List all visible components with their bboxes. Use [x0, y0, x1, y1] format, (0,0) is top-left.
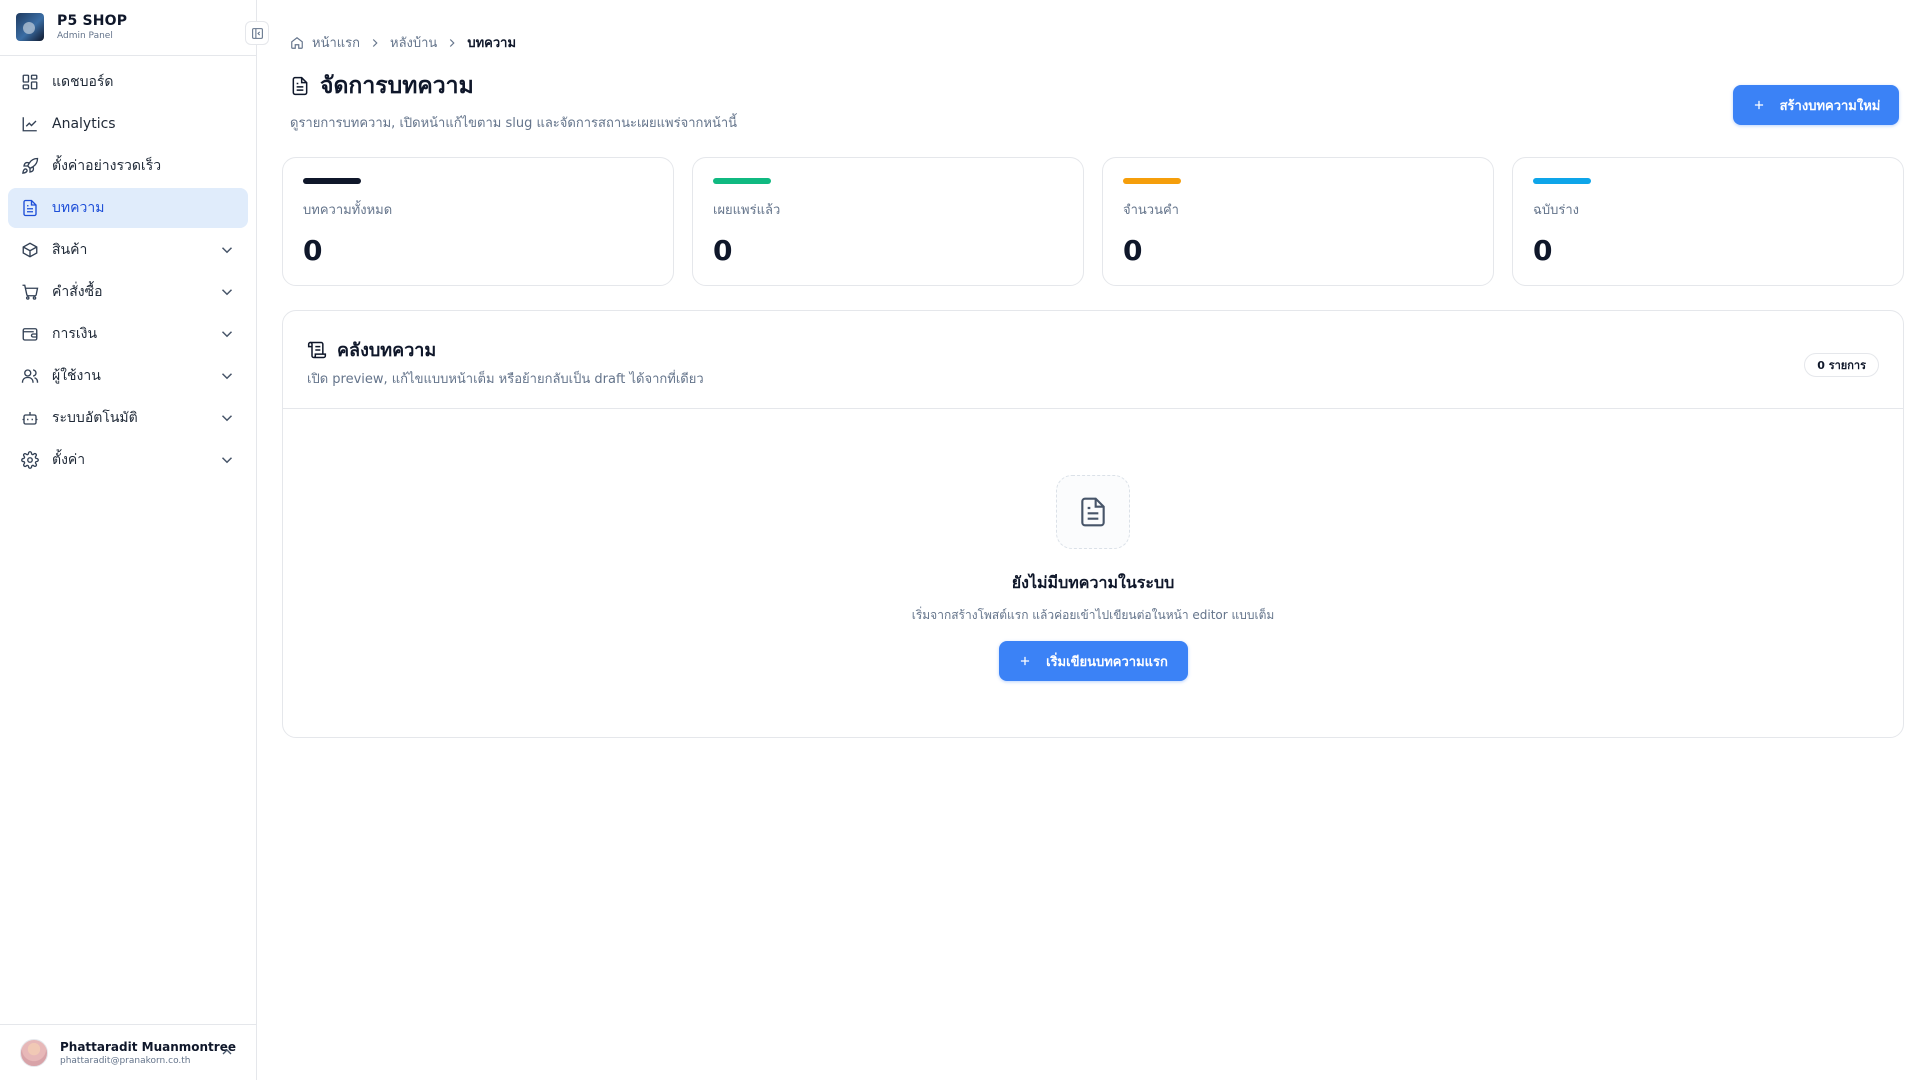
dashboard-icon [20, 72, 40, 92]
create-article-button[interactable]: สร้างบทความใหม่ [1733, 85, 1899, 125]
sidebar-item-label: ผู้ใช้งาน [52, 368, 101, 384]
sidebar-item-users[interactable]: ผู้ใช้งาน [8, 356, 248, 396]
sidebar-item-label: ตั้งค่า [52, 452, 86, 468]
sidebar-item-label: แดชบอร์ด [52, 74, 114, 90]
chevron-down-icon [221, 415, 233, 422]
page-subtitle: ดูรายการบทความ, เปิดหน้าแก้ไขตาม slug แล… [290, 116, 738, 131]
sidebar-item-label: สินค้า [52, 242, 88, 258]
sidebar-item-settings[interactable]: ตั้งค่า [8, 440, 248, 480]
chevron-down-icon [221, 289, 233, 296]
divider [0, 55, 257, 56]
home-icon [291, 36, 303, 49]
avatar [20, 1038, 48, 1067]
chart-line-icon [20, 114, 40, 134]
user-menu[interactable]: Phattaradit Muanmontree phattaradit@pran… [0, 1024, 257, 1080]
page-header: จัดการบทความ ดูรายการบทความ, เปิดหน้าแก้… [290, 68, 737, 133]
gear-icon [20, 450, 40, 470]
chevron-down-icon [221, 373, 233, 380]
wallet-icon [20, 324, 40, 344]
empty-file-icon [1056, 475, 1130, 549]
sidebar-item-label: บทความ [52, 200, 105, 216]
chevron-right-icon [372, 38, 378, 47]
sidebar-collapse-button[interactable] [245, 21, 269, 45]
brand-subtitle: Admin Panel [57, 31, 113, 41]
library-header: คลังบทความ เปิด preview, แก้ไขแบบหน้าเต็… [283, 311, 1903, 409]
empty-title: ยังไม่มีบทความในระบบ [1011, 573, 1175, 592]
start-writing-label: เริ่มเขียนบทความแรก [1046, 654, 1168, 670]
stat-label: เผยแพร่แล้ว [713, 203, 781, 218]
stat-card-drafts: ฉบับร่าง 0 [1512, 157, 1904, 286]
sidebar: P5 SHOP Admin Panel แดชบอร์ด Analytics ต… [0, 0, 257, 1080]
count-badge: 0 รายการ [1804, 353, 1879, 377]
bot-icon [20, 408, 40, 428]
breadcrumb: หน้าแรก หลังบ้าน บทความ [290, 32, 516, 53]
sidebar-item-articles[interactable]: บทความ [8, 188, 248, 228]
user-name: Phattaradit Muanmontree [60, 1039, 236, 1054]
stats-row: บทความทั้งหมด 0 เผยแพร่แล้ว 0 จำนวนคำ 0 … [282, 157, 1904, 286]
stat-accent-bar [303, 178, 361, 184]
plus-icon [1021, 656, 1030, 666]
rocket-icon [20, 156, 40, 176]
cart-icon [20, 282, 40, 302]
file-text-icon [292, 76, 308, 96]
stat-accent-bar [713, 178, 771, 184]
sidebar-item-label: คำสั่งซื้อ [52, 284, 103, 300]
sidebar-item-label: ตั้งค่าอย่างรวดเร็ว [52, 158, 162, 174]
scroll-icon [307, 341, 327, 358]
empty-state: ยังไม่มีบทความในระบบ เริ่มจากสร้างโพสต์แ… [283, 409, 1903, 681]
sidebar-item-finance[interactable]: การเงิน [8, 314, 248, 354]
article-library: คลังบทความ เปิด preview, แก้ไขแบบหน้าเต็… [282, 310, 1904, 738]
library-subtitle: เปิด preview, แก้ไขแบบหน้าเต็ม หรือย้ายก… [307, 372, 704, 387]
breadcrumb-current: บทความ [467, 36, 517, 51]
sidebar-item-orders[interactable]: คำสั่งซื้อ [8, 272, 248, 312]
start-writing-button[interactable]: เริ่มเขียนบทความแรก [998, 641, 1188, 681]
brand[interactable]: P5 SHOP Admin Panel [16, 13, 127, 41]
stat-accent-bar [1123, 178, 1181, 184]
chevron-right-icon [450, 38, 455, 47]
stat-card-total: บทความทั้งหมด 0 [282, 157, 674, 286]
file-text-icon [20, 198, 40, 218]
stat-card-published: เผยแพร่แล้ว 0 [692, 157, 1084, 286]
brand-logo [16, 13, 44, 41]
plus-icon [1754, 100, 1763, 110]
stat-value: 0 [713, 234, 733, 267]
sidebar-item-label: การเงิน [52, 326, 98, 342]
sidebar-item-label: Analytics [52, 116, 116, 132]
page-title: จัดการบทความ [320, 73, 474, 99]
sidebar-item-label: ระบบอัตโนมัติ [52, 410, 138, 426]
stat-accent-bar [1533, 178, 1591, 184]
brand-title: P5 SHOP [57, 13, 128, 29]
library-title: คลังบทความ [337, 340, 437, 361]
breadcrumb-home[interactable]: หน้าแรก [312, 32, 360, 53]
users-icon [20, 366, 40, 386]
stat-label: จำนวนคำ [1123, 203, 1179, 218]
stat-value: 0 [303, 234, 323, 267]
sidebar-item-quick-setup[interactable]: ตั้งค่าอย่างรวดเร็ว [8, 146, 248, 186]
chevron-down-icon [221, 331, 233, 338]
sidebar-item-dashboard[interactable]: แดชบอร์ด [8, 62, 248, 102]
sidebar-nav: แดชบอร์ด Analytics ตั้งค่าอย่างรวดเร็ว บ… [8, 62, 248, 482]
chevron-down-icon [221, 457, 233, 464]
sidebar-item-automation[interactable]: ระบบอัตโนมัติ [8, 398, 248, 438]
sidebar-item-products[interactable]: สินค้า [8, 230, 248, 270]
stat-value: 0 [1533, 234, 1553, 267]
user-email: phattaradit@pranakorn.co.th [60, 1055, 191, 1066]
empty-subtitle: เริ่มจากสร้างโพสต์แรก แล้วค่อยเข้าไปเขีย… [911, 608, 1275, 622]
panel-left-icon [251, 27, 263, 39]
chevron-up-icon [222, 1049, 232, 1055]
create-article-label: สร้างบทความใหม่ [1779, 98, 1881, 114]
package-icon [20, 240, 40, 260]
stat-card-word-count: จำนวนคำ 0 [1102, 157, 1494, 286]
stat-label: ฉบับร่าง [1533, 203, 1579, 218]
sidebar-item-analytics[interactable]: Analytics [8, 104, 248, 144]
stat-value: 0 [1123, 234, 1143, 267]
stat-label: บทความทั้งหมด [303, 203, 393, 218]
breadcrumb-section[interactable]: หลังบ้าน [390, 32, 437, 53]
chevron-down-icon [221, 247, 233, 254]
